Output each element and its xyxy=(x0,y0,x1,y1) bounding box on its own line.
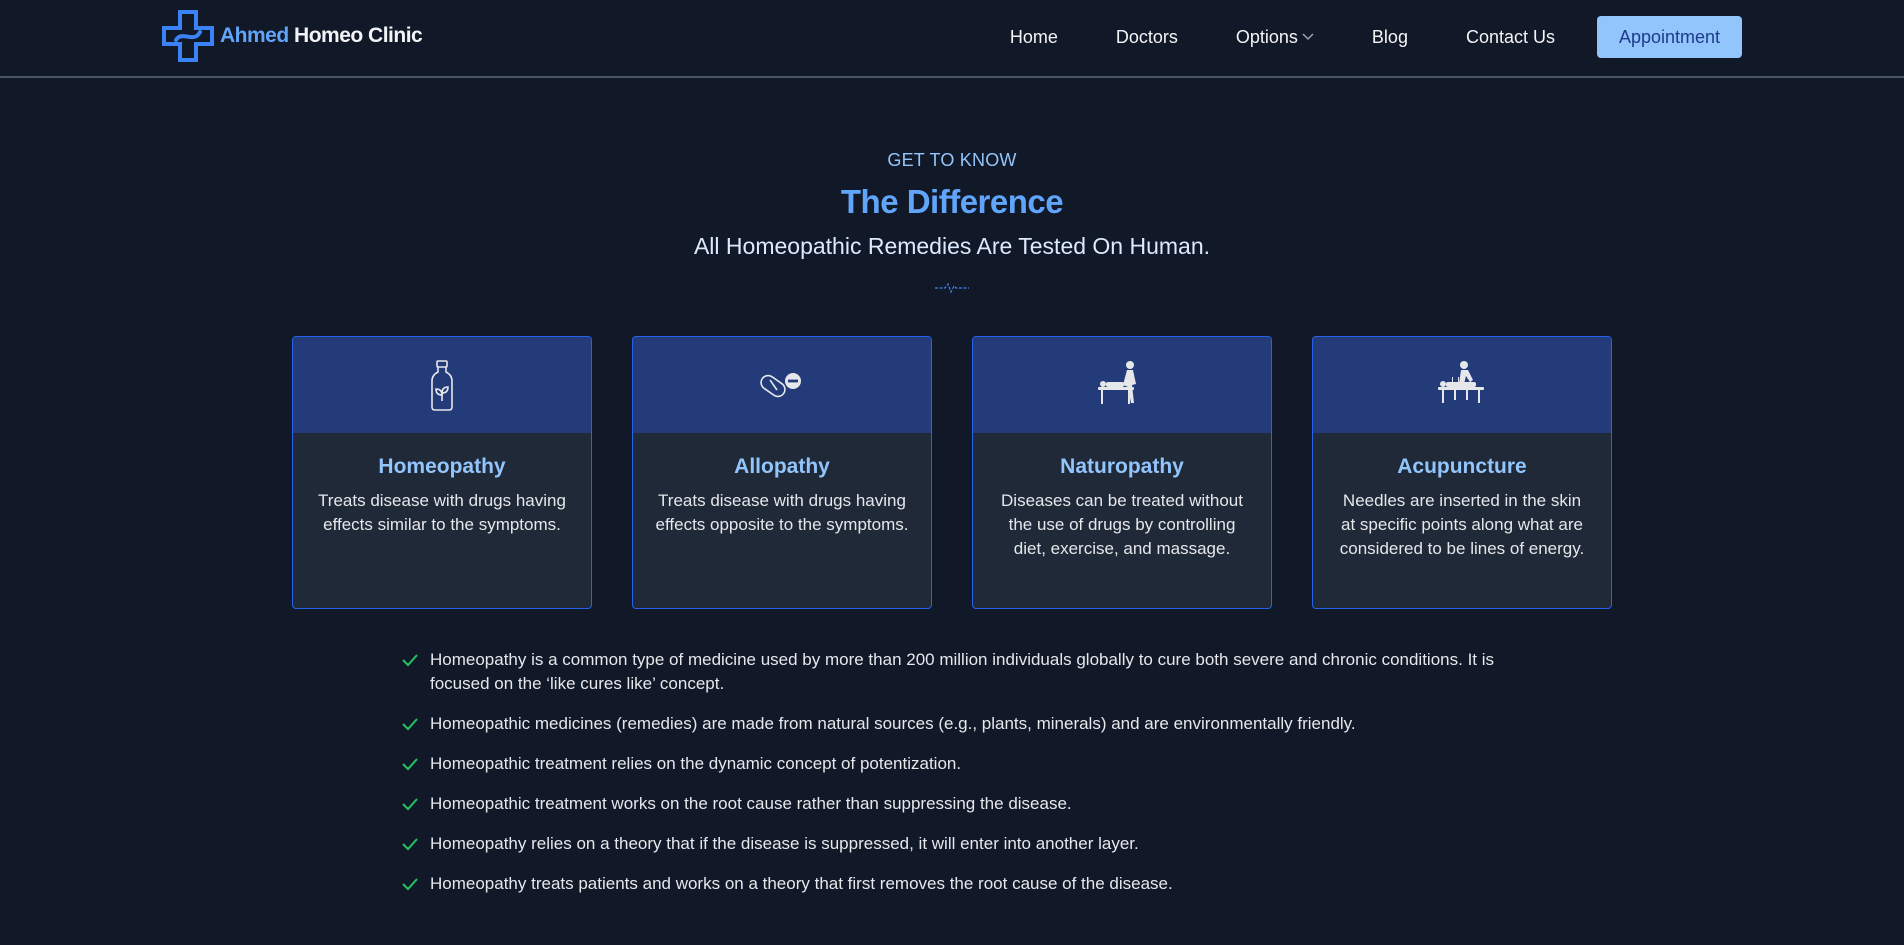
list-item: Homeopathic treatment relies on the dyna… xyxy=(402,752,1512,776)
list-item: Homeopathic medicines (remedies) are mad… xyxy=(402,712,1512,736)
heartbeat-divider-icon xyxy=(935,282,969,294)
card-description: Treats disease with drugs having effects… xyxy=(655,491,909,534)
card-description: Diseases can be treated without the use … xyxy=(1001,491,1243,558)
logo-text-second: Homeo Clinic xyxy=(294,24,423,47)
checkmark-icon xyxy=(402,654,418,667)
acupuncture-icon xyxy=(1438,361,1484,403)
main-nav: Home Doctors Options Blog Contact Us App… xyxy=(1010,0,1742,74)
site-header: Ahmed Homeo Clinic Home Doctors Options … xyxy=(0,0,1904,78)
medical-cross-logo-icon xyxy=(162,10,214,62)
checkmark-icon xyxy=(402,798,418,811)
homeopathy-facts-list: Homeopathy is a common type of medicine … xyxy=(402,648,1512,912)
list-item-text: Homeopathic treatment works on the root … xyxy=(430,794,1072,813)
checkmark-icon xyxy=(402,838,418,851)
list-item-text: Homeopathic medicines (remedies) are mad… xyxy=(430,714,1356,733)
chevron-down-icon xyxy=(1302,33,1314,41)
therapy-cards: Homeopathy Treats disease with drugs hav… xyxy=(292,336,1612,609)
section-eyebrow: GET TO KNOW xyxy=(887,150,1017,170)
checkmark-icon xyxy=(402,758,418,771)
card-title: Naturopathy xyxy=(1060,455,1184,478)
card-allopathy: Allopathy Treats disease with drugs havi… xyxy=(632,336,932,609)
logo-text-first: Ahmed xyxy=(220,24,289,47)
list-item: Homeopathic treatment works on the root … xyxy=(402,792,1512,816)
section-title: The Difference xyxy=(840,183,1064,220)
card-icon-area xyxy=(633,337,931,433)
card-icon-area xyxy=(973,337,1271,433)
list-item: Homeopathy treats patients and works on … xyxy=(402,872,1512,896)
nav-options[interactable]: Options xyxy=(1236,27,1314,48)
nav-home[interactable]: Home xyxy=(1010,27,1058,48)
card-icon-area xyxy=(1313,337,1611,433)
card-acupuncture: Acupuncture Needles are inserted in the … xyxy=(1312,336,1612,609)
card-naturopathy: Naturopathy Diseases can be treated with… xyxy=(972,336,1272,609)
section-subtitle: All Homeopathic Remedies Are Tested On H… xyxy=(693,233,1211,259)
card-title: Acupuncture xyxy=(1397,455,1527,478)
checkmark-icon xyxy=(402,878,418,891)
list-item-text: Homeopathy is a common type of medicine … xyxy=(430,650,1495,693)
site-logo[interactable]: Ahmed Homeo Clinic xyxy=(162,10,423,62)
nav-options-label: Options xyxy=(1235,26,1298,47)
logo-text: Ahmed Homeo Clinic xyxy=(220,24,423,48)
appointment-button[interactable]: Appointment xyxy=(1597,16,1742,58)
nav-contact-us[interactable]: Contact Us xyxy=(1466,27,1555,48)
list-item: Homeopathy relies on a theory that if th… xyxy=(402,832,1512,856)
card-homeopathy: Homeopathy Treats disease with drugs hav… xyxy=(292,336,592,609)
difference-section-header: GET TO KNOW The Difference All Homeopath… xyxy=(0,150,1904,294)
list-item: Homeopathy is a common type of medicine … xyxy=(402,648,1512,696)
card-icon-area xyxy=(293,337,591,433)
nav-blog[interactable]: Blog xyxy=(1372,27,1408,48)
massage-therapy-icon xyxy=(1098,361,1136,404)
checkmark-icon xyxy=(402,718,418,731)
card-description: Treats disease with drugs having effects… xyxy=(318,491,566,534)
pills-icon xyxy=(760,373,801,398)
list-item-text: Homeopathic treatment relies on the dyna… xyxy=(430,754,962,773)
list-item-text: Homeopathy treats patients and works on … xyxy=(430,874,1173,893)
medicine-bottle-icon xyxy=(431,360,453,411)
card-title: Homeopathy xyxy=(378,455,506,478)
list-item-text: Homeopathy relies on a theory that if th… xyxy=(430,834,1139,853)
card-title: Allopathy xyxy=(734,455,830,478)
nav-doctors[interactable]: Doctors xyxy=(1116,27,1178,48)
card-description: Needles are inserted in the skin at spec… xyxy=(1339,491,1585,558)
